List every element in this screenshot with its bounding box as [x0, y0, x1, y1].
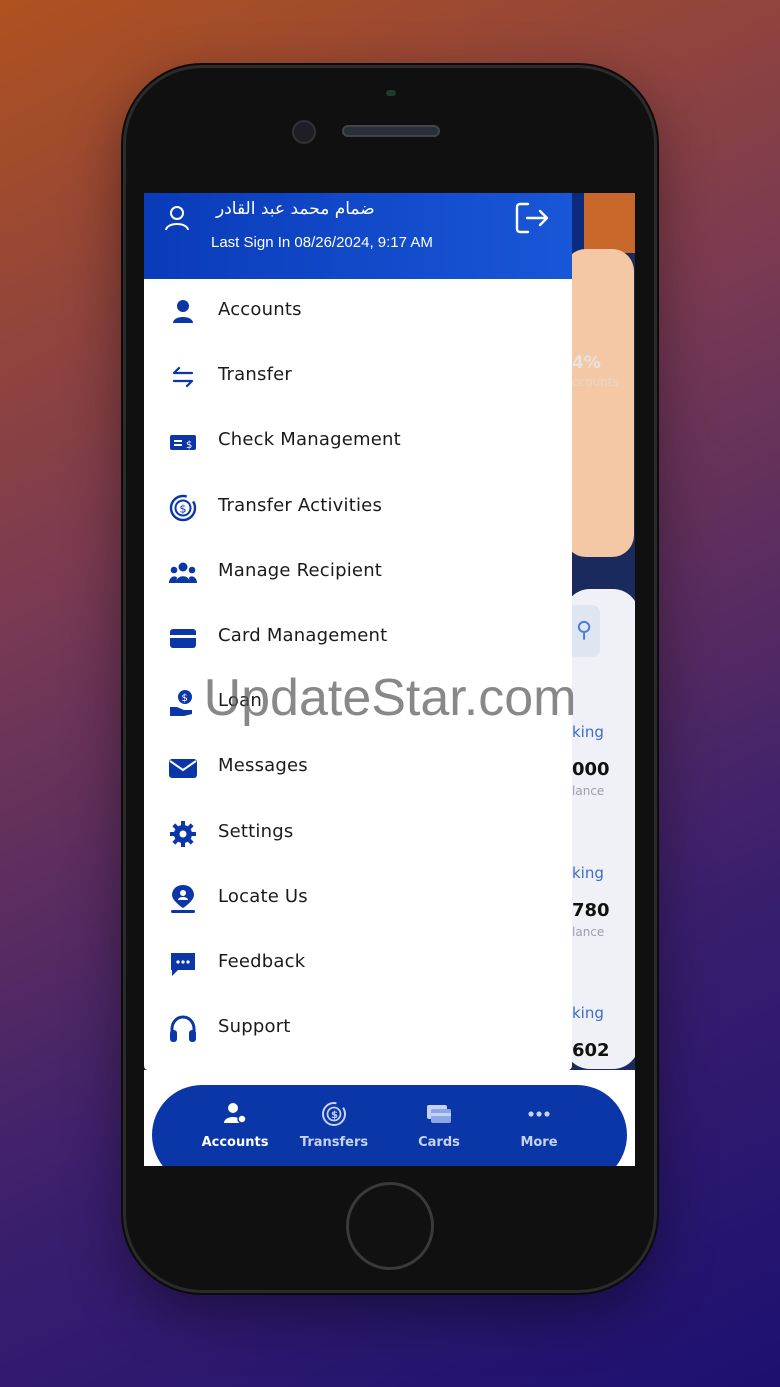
svg-text:$: $ — [180, 502, 187, 515]
nav-transfers[interactable]: $ Transfers — [289, 1101, 379, 1150]
chat-bubble-icon — [171, 952, 195, 976]
menu-item-settings[interactable]: Settings — [144, 801, 572, 866]
search-icon[interactable]: ⚲ — [568, 605, 600, 657]
gear-icon — [170, 820, 196, 847]
app-screen: 4% ccounts ⚲ king 000 lance king 780 lan… — [144, 193, 635, 1166]
card-icon — [170, 628, 196, 648]
menu-item-loan[interactable]: $ Loan — [144, 670, 572, 735]
user-outline-icon — [165, 206, 189, 231]
home-button[interactable] — [346, 1182, 434, 1270]
cards-icon — [427, 1105, 451, 1123]
accounts-icon — [224, 1103, 247, 1124]
menu-item-messages[interactable]: Messages — [144, 735, 572, 800]
envelope-icon — [169, 759, 197, 779]
nav-cards[interactable]: Cards — [394, 1101, 484, 1150]
transfers-icon: $ — [322, 1102, 346, 1126]
menu-item-support[interactable]: Support — [144, 996, 572, 1061]
background-account-row[interactable]: king 780 lance — [572, 864, 610, 939]
menu-item-feedback[interactable]: Feedback — [144, 931, 572, 996]
more-dots-icon — [528, 1111, 550, 1117]
menu-item-transfer-activities[interactable]: $ Transfer Activities — [144, 475, 572, 540]
user-name: ضمام محمد عبد القادر — [216, 199, 375, 219]
last-sign-in: Last Sign In 08/26/2024, 9:17 AM — [211, 234, 433, 251]
menu-item-locate-us[interactable]: Locate Us — [144, 866, 572, 931]
nav-accounts[interactable]: Accounts — [190, 1101, 280, 1150]
background-summary-card — [564, 249, 634, 557]
phone-camera — [292, 120, 316, 144]
phone-speaker — [342, 125, 440, 137]
dollar-cycle-icon: $ — [169, 494, 197, 521]
drawer-menu: Accounts Transfer $ Check Management $ T… — [144, 279, 572, 1061]
loan-hand-icon: $ — [170, 690, 192, 717]
svg-text:$: $ — [331, 1110, 338, 1121]
logout-icon[interactable] — [514, 201, 550, 235]
nav-more[interactable]: More — [494, 1101, 584, 1150]
svg-text:$: $ — [182, 693, 188, 704]
svg-text:$: $ — [186, 440, 192, 451]
group-icon — [169, 562, 197, 583]
phone-sensor — [386, 90, 396, 96]
background-accent — [584, 193, 635, 253]
headset-icon — [170, 1015, 196, 1043]
background-percent: 4% — [572, 353, 601, 373]
background-account-row[interactable]: king 602 — [572, 1004, 610, 1065]
side-drawer: ضمام محمد عبد القادر Last Sign In 08/26/… — [144, 193, 572, 1070]
menu-item-card-management[interactable]: Card Management — [144, 605, 572, 670]
check-dollar-icon: $ — [170, 435, 196, 451]
background-account-row[interactable]: king 000 lance — [572, 723, 610, 798]
menu-item-check-management[interactable]: $ Check Management — [144, 409, 572, 474]
menu-item-transfer[interactable]: Transfer — [144, 344, 572, 409]
menu-item-manage-recipient[interactable]: Manage Recipient — [144, 540, 572, 605]
transfer-arrows-icon — [172, 367, 194, 388]
drawer-header: ضمام محمد عبد القادر Last Sign In 08/26/… — [144, 193, 572, 279]
menu-item-accounts[interactable]: Accounts — [144, 279, 572, 344]
background-accounts-label: ccounts — [572, 375, 619, 389]
bottom-navigation: Accounts $ Transfers Cards More — [152, 1085, 627, 1166]
background-accounts-panel — [564, 589, 635, 1069]
location-user-icon — [171, 884, 195, 913]
user-icon — [173, 300, 193, 323]
